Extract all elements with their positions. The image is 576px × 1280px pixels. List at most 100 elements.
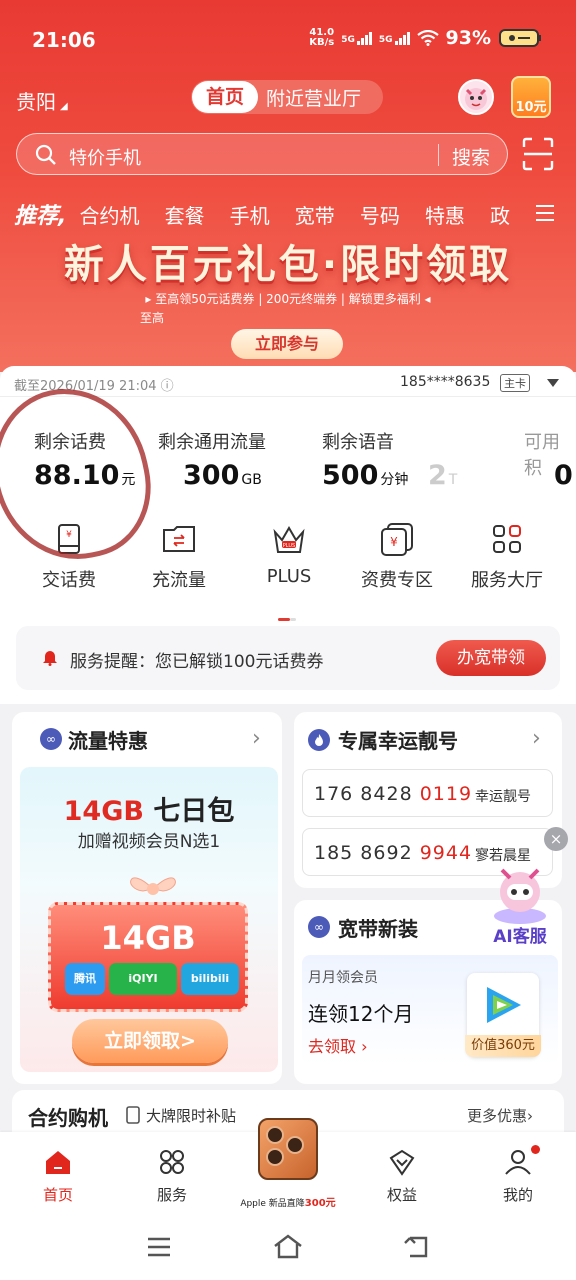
data-label: 剩余通用流量	[158, 432, 266, 453]
banner-subtitle-2: 至高	[140, 311, 165, 325]
search-divider	[438, 144, 439, 166]
chevron-right-icon[interactable]: ›	[532, 726, 541, 751]
tab-benefits[interactable]: 权益	[362, 1148, 442, 1205]
battery-icon	[499, 29, 541, 47]
voice-label: 剩余语音	[322, 432, 394, 453]
offer-line2: 连领12个月	[308, 1002, 414, 1026]
traffic-title[interactable]: 流量特惠	[68, 725, 148, 754]
category-item[interactable]: 宽带	[295, 200, 335, 229]
home-nav-icon[interactable]	[272, 1232, 304, 1260]
profile-icon	[505, 1150, 531, 1175]
traffic-promo-card[interactable]: 14GB 七日包 加赠视频会员N选1 14GB 腾讯 iQIYI bilibil…	[20, 767, 278, 1072]
quick-service-hall[interactable]: 服务大厅	[452, 522, 562, 592]
notification-dot	[531, 1145, 540, 1154]
broadband-title[interactable]: 宽带新装	[338, 913, 418, 942]
lucky-title[interactable]: 专属幸运靓号	[338, 725, 458, 754]
play-icon	[487, 987, 521, 1023]
quick-tariff-zone[interactable]: ¥ 资费专区	[342, 522, 452, 592]
search-bar[interactable]: 特价手机 搜索	[16, 133, 508, 175]
tab-profile[interactable]: 我的	[478, 1148, 558, 1205]
category-item[interactable]: 套餐	[165, 200, 205, 229]
tab-nearby-stores[interactable]: 附近营业厅	[266, 84, 361, 111]
service-notice[interactable]: 服务提醒：您已解锁100元话费券 办宽带领	[16, 626, 560, 690]
system-nav-bar	[0, 1216, 576, 1280]
tariff-icon: ¥	[381, 523, 413, 556]
bell-icon	[43, 651, 57, 666]
more-deals-link[interactable]: 更多优惠›	[467, 1105, 533, 1126]
coupon-badge[interactable]: 10元	[511, 76, 551, 118]
ai-assistant-button[interactable]: AI客服	[478, 860, 562, 955]
value-tag: 价值360元	[465, 1035, 541, 1057]
broadband-offer-card[interactable]: 月月领会员 连领12个月 去领取 › 价值360元	[302, 955, 558, 1065]
flame-icon	[308, 729, 330, 751]
crown-icon: PLUS	[273, 526, 305, 553]
dropdown-icon[interactable]	[547, 379, 559, 387]
as-of-timestamp: 截至2026/01/19 21:04 ⓘ	[14, 379, 174, 394]
back-icon[interactable]	[402, 1234, 430, 1260]
data-topup-icon	[163, 526, 195, 552]
banner-subtitle: ▸ 至高领50元话费券 | 200元终端券 | 解锁更多福利 ◂	[145, 292, 431, 306]
scan-icon[interactable]	[522, 137, 554, 171]
gift-ticket: 14GB 腾讯 iQIYI bilibili	[48, 902, 248, 1012]
search-input[interactable]: 特价手机	[69, 144, 141, 170]
contract-subtitle: 大牌限时补贴	[146, 1107, 237, 1125]
phone-icon	[126, 1106, 140, 1124]
city-selector[interactable]: 贵阳 ◢	[16, 86, 68, 115]
signal-icon-2: 5G	[379, 31, 410, 45]
video-apps: 腾讯 iQIYI bilibili	[65, 963, 239, 995]
broadband-claim-button[interactable]: 办宽带领	[436, 640, 546, 676]
banner-title[interactable]: 新人百元礼包·限时领取	[0, 232, 576, 290]
unicom-logo-icon: ∞	[40, 728, 62, 750]
mascot-avatar[interactable]	[458, 79, 494, 115]
category-item[interactable]: 合约机	[79, 200, 139, 229]
tab-home[interactable]: 首页	[18, 1148, 98, 1205]
lucky-number-row[interactable]: 176 8428 0119 幸运靓号	[302, 769, 553, 817]
category-item[interactable]: 号码	[360, 200, 400, 229]
battery-level: 93%	[445, 27, 491, 49]
menu-icon[interactable]	[534, 203, 556, 223]
partial-value[interactable]: 2T	[428, 460, 457, 491]
iphone-promo-image[interactable]	[258, 1118, 318, 1180]
quick-data-topup[interactable]: 充流量	[124, 522, 234, 592]
points-value[interactable]: 0	[554, 460, 573, 491]
hero-banner: 21:06 41.0 KB/s 5G 5G 93% 贵阳 ◢ 首页 附近营业厅 10…	[0, 0, 576, 372]
network-speed: 41.0 KB/s	[309, 27, 335, 48]
robot-mascot-icon	[494, 868, 546, 924]
voice-value[interactable]: 500 分钟	[322, 460, 408, 491]
grid-icon	[493, 525, 521, 553]
bottom-tab-bar: 首页 服务 Apple 新品直降300元 权益 我的	[0, 1118, 576, 1216]
category-item[interactable]: 手机	[230, 200, 270, 229]
data-value[interactable]: 300 GB	[183, 460, 262, 491]
bilibili-icon: bilibili	[181, 963, 239, 995]
service-icon	[160, 1150, 184, 1174]
claim-link[interactable]: 去领取 ›	[308, 1033, 368, 1057]
quick-plus[interactable]: PLUS PLUS	[234, 522, 344, 587]
join-now-button[interactable]: 立即参与	[231, 329, 343, 359]
apple-promo-label[interactable]: Apple 新品直降300元	[232, 1194, 344, 1209]
tab-service[interactable]: 服务	[132, 1148, 212, 1205]
number-tag: 幸运靓号	[475, 789, 531, 805]
main-card-tag: 主卡	[500, 374, 530, 392]
category-item[interactable]: 政	[490, 200, 510, 229]
phone-number[interactable]: 185****8635	[400, 374, 490, 390]
svg-text:PLUS: PLUS	[283, 543, 295, 549]
ticket-amount: 14GB	[100, 919, 196, 957]
offer-line1: 月月领会员	[308, 970, 378, 986]
search-icon	[35, 144, 56, 165]
clock: 21:06	[32, 28, 96, 52]
search-button[interactable]: 搜索	[452, 143, 490, 170]
promo-subline: 加赠视频会员N选1	[77, 832, 221, 852]
chevron-right-icon[interactable]: ›	[252, 726, 261, 751]
category-recommend[interactable]: 推荐,	[14, 198, 66, 230]
recent-apps-icon[interactable]	[146, 1236, 172, 1258]
tencent-video-card: 价值360元	[465, 973, 541, 1057]
contract-title[interactable]: 合约购机	[28, 1102, 108, 1131]
unicom-logo-icon: ∞	[308, 916, 330, 938]
category-item[interactable]: 特惠	[425, 200, 465, 229]
page-indicator	[278, 606, 298, 621]
caret-icon: ◢	[60, 101, 68, 112]
close-icon[interactable]: ×	[544, 827, 568, 851]
tab-home[interactable]: 首页	[192, 81, 259, 113]
claim-now-button[interactable]: 立即领取>	[72, 1019, 228, 1063]
tencent-video-icon: 腾讯	[65, 963, 105, 995]
